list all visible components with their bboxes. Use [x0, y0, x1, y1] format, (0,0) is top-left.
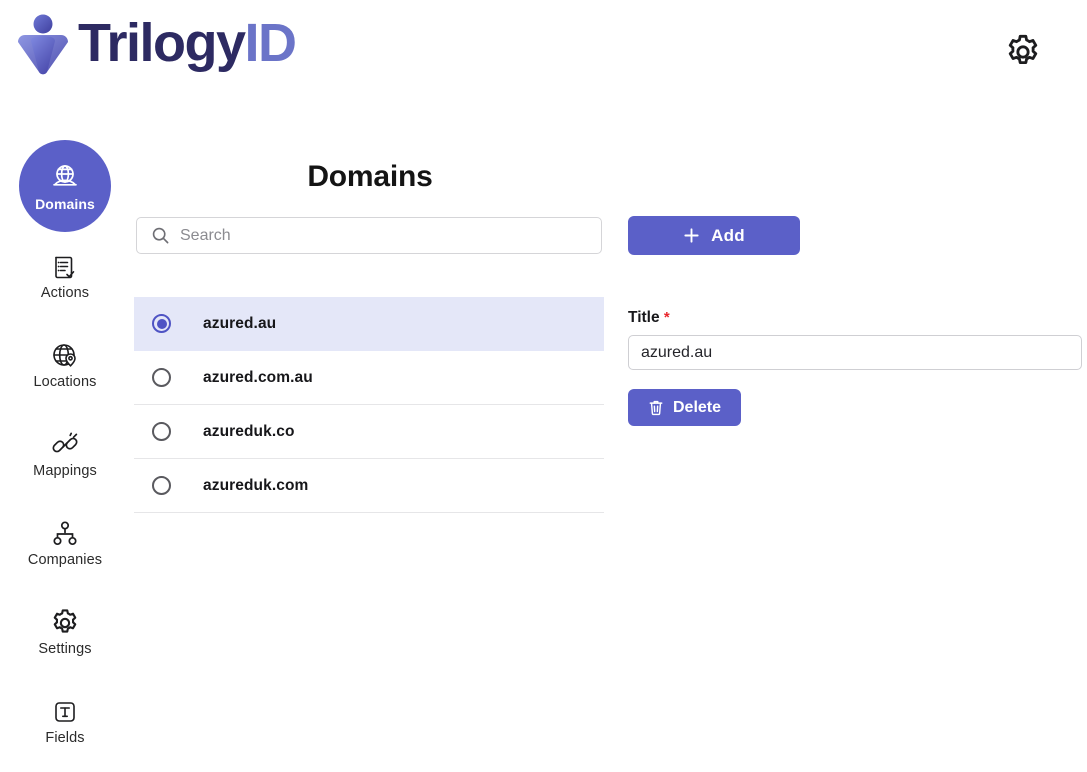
sidebar-nav: Domains Actions Locations — [0, 140, 130, 772]
app-header: TrilogyID — [0, 0, 1087, 112]
sidebar-item-locations[interactable]: Locations — [0, 327, 130, 403]
radio-button[interactable] — [152, 368, 171, 387]
brand-secondary-text: ID — [245, 13, 296, 73]
detail-panel: Title * Delete — [628, 309, 1084, 426]
radio-button[interactable] — [152, 476, 171, 495]
clipboard-check-icon — [49, 251, 81, 283]
org-chart-icon — [49, 518, 81, 550]
brand-wordmark: TrilogyID — [78, 16, 296, 74]
gear-icon[interactable] — [1003, 32, 1043, 72]
sidebar-item-fields[interactable]: Fields — [0, 683, 130, 759]
domain-name: azureduk.co — [203, 423, 295, 441]
sidebar-item-settings[interactable]: Settings — [0, 594, 130, 670]
gear-icon — [49, 607, 81, 639]
globe-stand-icon — [49, 161, 81, 193]
sidebar-item-label: Locations — [34, 375, 97, 390]
table-row[interactable]: azured.com.au — [134, 351, 604, 405]
domain-name: azured.au — [203, 315, 276, 333]
title-input[interactable] — [628, 335, 1082, 370]
add-button[interactable]: Add — [628, 216, 800, 255]
plus-icon — [683, 227, 700, 244]
table-row[interactable]: azureduk.com — [134, 459, 604, 513]
sidebar-item-actions[interactable]: Actions — [0, 238, 130, 314]
radio-button[interactable] — [152, 422, 171, 441]
add-button-label: Add — [711, 226, 745, 246]
search-icon — [151, 226, 170, 245]
radio-button[interactable] — [152, 314, 171, 333]
trash-icon — [648, 399, 664, 416]
sidebar-item-label: Companies — [28, 553, 102, 568]
table-row[interactable]: azureduk.co — [134, 405, 604, 459]
delete-button-label: Delete — [673, 399, 721, 417]
sidebar-item-domains[interactable]: Domains — [19, 140, 111, 232]
sidebar-item-label: Mappings — [33, 464, 97, 479]
title-field-label: Title * — [628, 309, 1084, 327]
sidebar-item-companies[interactable]: Companies — [0, 505, 130, 581]
search-input[interactable] — [180, 218, 580, 253]
title-label-text: Title — [628, 309, 660, 326]
sidebar-item-label: Fields — [45, 731, 84, 746]
domain-list: azured.au azured.com.au azureduk.co azur… — [134, 297, 604, 513]
domain-name: azured.com.au — [203, 369, 313, 387]
delete-button[interactable]: Delete — [628, 389, 741, 426]
domain-name: azureduk.com — [203, 477, 308, 495]
search-field[interactable] — [136, 217, 602, 254]
connector-plug-icon — [49, 429, 81, 461]
sidebar-item-label: Domains — [35, 197, 95, 211]
brand-primary-text: Trilogy — [78, 13, 245, 73]
text-box-icon — [49, 696, 81, 728]
sidebar-item-label: Actions — [41, 286, 89, 301]
sidebar-item-label: Settings — [38, 642, 91, 657]
page-title: Domains — [136, 160, 604, 194]
required-marker: * — [664, 309, 670, 326]
sidebar-item-mappings[interactable]: Mappings — [0, 416, 130, 492]
globe-pin-icon — [49, 340, 81, 372]
brand-logo: TrilogyID — [14, 14, 296, 76]
table-row[interactable]: azured.au — [134, 297, 604, 351]
trilogy-logo-icon — [14, 14, 72, 76]
